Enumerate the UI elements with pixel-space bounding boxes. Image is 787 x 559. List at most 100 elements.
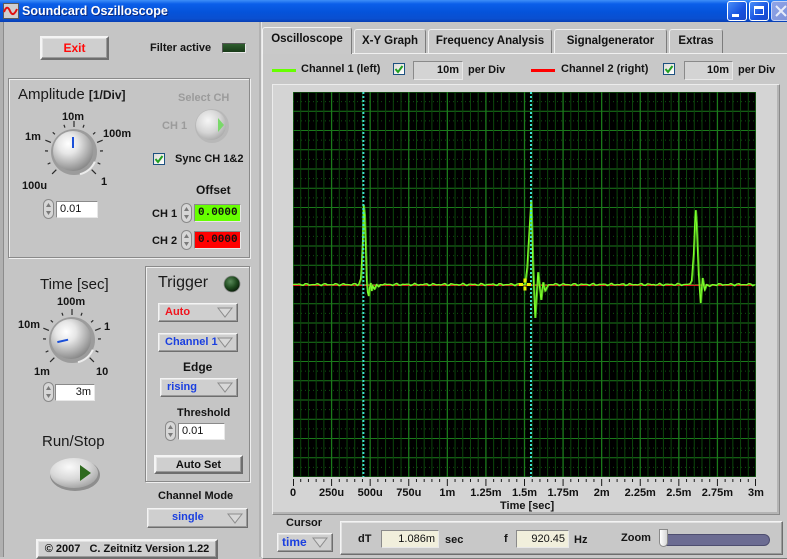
run-stop-button[interactable]	[48, 456, 102, 492]
minimize-icon	[732, 14, 739, 17]
amp-knob-label-100u: 100u	[22, 180, 47, 193]
cursor-mode-dropdown[interactable]: time	[277, 533, 333, 552]
knob-tick	[43, 328, 49, 330]
zoom-label: Zoom	[621, 532, 651, 545]
cursor-label: Cursor	[286, 517, 322, 530]
offset-ch1-field[interactable]: 0.0000	[194, 204, 241, 222]
x-tick-label: 500u	[358, 487, 383, 499]
amplitude-knob[interactable]	[39, 117, 109, 187]
close-button[interactable]	[771, 1, 787, 21]
offset-ch1-stepper[interactable]	[181, 203, 192, 223]
maximize-button[interactable]	[749, 1, 769, 21]
x-tick-label: 2m	[594, 487, 610, 499]
knob-tick	[45, 140, 51, 142]
threshold-stepper[interactable]	[165, 421, 176, 441]
dropdown-arrow-icon	[217, 382, 233, 393]
knob-tick	[53, 132, 55, 134]
checkmark-icon	[394, 64, 404, 74]
amp-knob-label-100m: 100m	[103, 128, 131, 141]
x-axis-ticks	[293, 477, 756, 487]
threshold-field[interactable]: 0.01	[178, 423, 225, 440]
amplitude-title-text: Amplitude	[18, 86, 85, 103]
knob-tick	[62, 313, 63, 316]
amplitude-value-field[interactable]: 0.01	[56, 201, 98, 218]
knob-tick	[50, 358, 54, 362]
knob-tick	[93, 132, 95, 134]
exit-button[interactable]: Exit	[40, 36, 109, 60]
knob-tick	[90, 358, 94, 362]
offset-ch2-field[interactable]: 0.0000	[194, 231, 241, 249]
amp-knob-label-1: 1	[101, 176, 107, 189]
channel-mode-value: single	[172, 511, 204, 523]
run-stop-label: Run/Stop	[42, 433, 105, 451]
x-tick-label: 2.5m	[666, 487, 691, 499]
tab-xy-graph[interactable]: X-Y Graph	[354, 29, 426, 53]
dt-field[interactable]: 1.086m	[381, 530, 439, 548]
title-bar: Soundcard Oszilloscope	[0, 0, 787, 22]
oscilloscope-plot[interactable]	[293, 92, 756, 477]
offset-title: Offset	[196, 184, 231, 197]
channel2-label: Channel 2 (right)	[561, 63, 648, 76]
knob-tick	[96, 351, 99, 352]
channel1-color-swatch	[272, 69, 296, 72]
trigger-edge-value: rising	[167, 381, 197, 393]
tab-signalgenerator[interactable]: Signalgenerator	[554, 29, 667, 53]
sync-checkbox[interactable]	[153, 153, 165, 165]
dropdown-arrow-icon	[217, 337, 233, 348]
x-tick-label: 1m	[439, 487, 455, 499]
offset-ch2-stepper[interactable]	[181, 230, 192, 250]
trigger-led	[223, 275, 241, 293]
x-tick-label: 1.75m	[547, 487, 578, 499]
channel2-per-div-field[interactable]: 10m	[684, 61, 733, 80]
edge-label: Edge	[183, 361, 212, 374]
x-tick-label: 1.25m	[470, 487, 501, 499]
trigger-channel-value: Channel 1	[165, 336, 218, 348]
time-knob-label-1m: 1m	[34, 366, 50, 379]
tab-extras[interactable]: Extras	[669, 29, 723, 53]
offset-ch2-label: CH 2	[152, 235, 177, 248]
zoom-slider-track[interactable]	[660, 534, 770, 546]
knob-tick	[91, 320, 93, 322]
trigger-channel-dropdown[interactable]: Channel 1	[158, 333, 238, 352]
f-label: f	[504, 533, 508, 546]
time-value-field[interactable]: 3m	[55, 384, 95, 401]
x-axis-title: Time [sec]	[500, 500, 554, 513]
knob-tick	[64, 125, 65, 128]
x-tick-label: 1.5m	[512, 487, 537, 499]
offset-ch1-label: CH 1	[152, 208, 177, 221]
knob-tick	[52, 170, 56, 174]
time-knob-label-100m: 100m	[57, 296, 85, 309]
cursor-crosshair-arm	[527, 283, 531, 286]
channel1-checkbox[interactable]	[393, 63, 405, 75]
trigger-mode-value: Auto	[165, 306, 190, 318]
channel2-checkbox[interactable]	[663, 63, 675, 75]
frequency-field[interactable]: 920.45	[516, 530, 569, 548]
dropdown-arrow-icon	[312, 537, 328, 548]
window-title: Soundcard Oszilloscope	[22, 4, 168, 18]
trigger-edge-dropdown[interactable]: rising	[160, 378, 238, 397]
amp-knob-label-1m: 1m	[25, 131, 41, 144]
knob-tick	[98, 163, 101, 164]
knob-tick	[51, 320, 53, 322]
time-stepper[interactable]	[43, 382, 54, 402]
sync-label: Sync CH 1&2	[175, 153, 243, 166]
knob-face	[51, 319, 91, 359]
select-ch-button[interactable]	[194, 108, 230, 144]
knob-tick	[95, 328, 101, 330]
trigger-mode-dropdown[interactable]: Auto	[158, 303, 238, 322]
auto-set-button[interactable]: Auto Set	[154, 455, 243, 474]
channel-mode-dropdown[interactable]: single	[147, 508, 248, 528]
time-title: Time [sec]	[40, 276, 109, 294]
maximize-icon	[754, 6, 764, 15]
tab-frequency-analysis[interactable]: Frequency Analysis	[428, 29, 552, 53]
select-ch-value: CH 1	[162, 120, 187, 133]
amplitude-stepper[interactable]	[43, 199, 54, 219]
tab-oscilloscope[interactable]: Oscilloscope	[262, 27, 352, 54]
knob-tick	[46, 351, 49, 352]
x-tick-label: 250u	[319, 487, 344, 499]
zoom-slider-handle[interactable]	[659, 529, 668, 547]
checkmark-icon	[664, 64, 674, 74]
minimize-button[interactable]	[727, 1, 747, 21]
time-knob[interactable]	[37, 305, 107, 375]
channel1-per-div-field[interactable]: 10m	[413, 61, 463, 80]
